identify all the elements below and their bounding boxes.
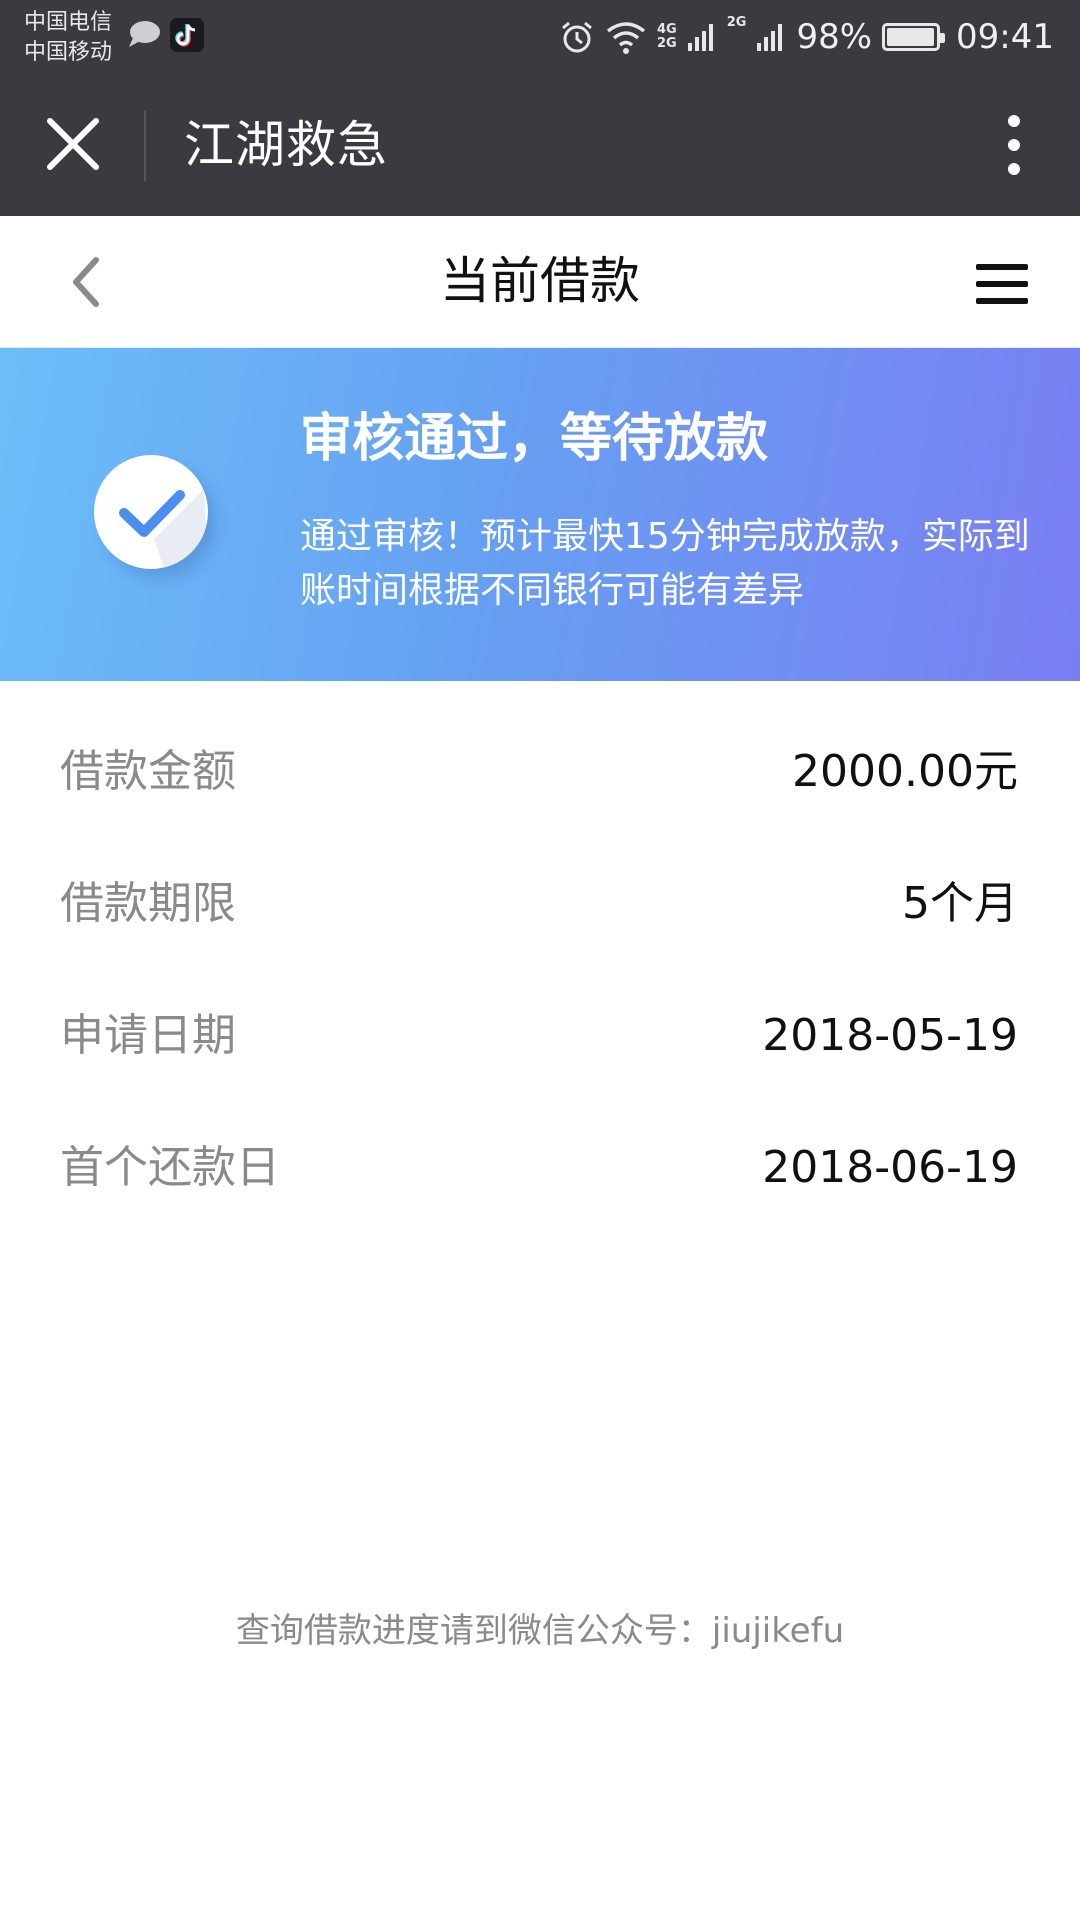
carrier-info: 中国电信 中国移动 xyxy=(24,8,112,68)
info-label: 借款金额 xyxy=(60,746,236,797)
banner-title: 审核通过，等待放款 xyxy=(300,409,769,469)
signal-icon xyxy=(687,24,713,51)
network-4g-label: 4G xyxy=(657,22,677,37)
battery-level xyxy=(887,28,934,46)
banner-description: 通过审核！预计最快15分钟完成放款，实际到账时间根据不同银行可能有差异 xyxy=(300,516,1030,611)
info-row: 借款期限 5个月 xyxy=(0,840,1080,972)
info-label: 借款期限 xyxy=(60,878,236,929)
check-badge xyxy=(94,455,208,569)
page-title: 当前借款 xyxy=(440,252,640,310)
info-value: 2018-06-19 xyxy=(762,1142,1018,1193)
more-vertical-icon[interactable] xyxy=(984,107,1044,183)
app-bar: 江湖救急 xyxy=(0,75,1080,216)
status-indicators: 4G 2G 2G 98% 09:41 xyxy=(559,14,1054,60)
alarm-icon xyxy=(562,21,592,53)
signal-icon xyxy=(757,24,783,51)
info-value: 2018-05-19 xyxy=(762,1010,1018,1061)
battery-icon xyxy=(882,23,946,51)
app-bar-divider xyxy=(144,111,146,181)
info-label: 申请日期 xyxy=(60,1010,236,1061)
status-banner: 审核通过，等待放款 通过审核！预计最快15分钟完成放款，实际到账时间根据不同银行… xyxy=(0,348,1080,681)
info-label: 首个还款日 xyxy=(60,1142,280,1193)
menu-icon[interactable] xyxy=(970,252,1040,316)
page-header: 当前借款 xyxy=(0,216,1080,348)
message-bubble-icon xyxy=(129,21,160,47)
loan-info-list: 借款金额 2000.00元借款期限 5个月申请日期 2018-05-19 首个还款日 20… xyxy=(0,708,1080,1236)
app-title: 江湖救急 xyxy=(184,116,388,174)
battery-percent: 98% xyxy=(796,17,873,57)
footer-note: 查询借款进度请到微信公众号：jiujikefu xyxy=(235,1611,845,1651)
info-row: 首个还款日 2018-06-19 xyxy=(0,1104,1080,1236)
info-value: 2000.00元 xyxy=(792,746,1018,797)
clock: 09:41 xyxy=(956,17,1054,57)
info-value: 5个月 xyxy=(902,878,1018,929)
carrier-1: 中国电信 xyxy=(24,10,113,35)
info-row: 借款金额 2000.00元 xyxy=(0,708,1080,840)
network-2g-label-b: 2G xyxy=(726,15,747,30)
carrier-2: 中国移动 xyxy=(24,40,113,65)
close-icon[interactable] xyxy=(36,107,110,181)
network-2g-label: 2G xyxy=(657,36,677,51)
tiktok-icon xyxy=(170,18,204,52)
wifi-icon xyxy=(606,22,646,54)
status-bar: 中国电信 中国移动 4G 2G 2G 98% 09:41 xyxy=(0,0,1080,75)
info-row: 申请日期 2018-05-19 xyxy=(0,972,1080,1104)
check-icon xyxy=(119,489,208,569)
network-type-labels: 4G 2G xyxy=(657,23,677,51)
